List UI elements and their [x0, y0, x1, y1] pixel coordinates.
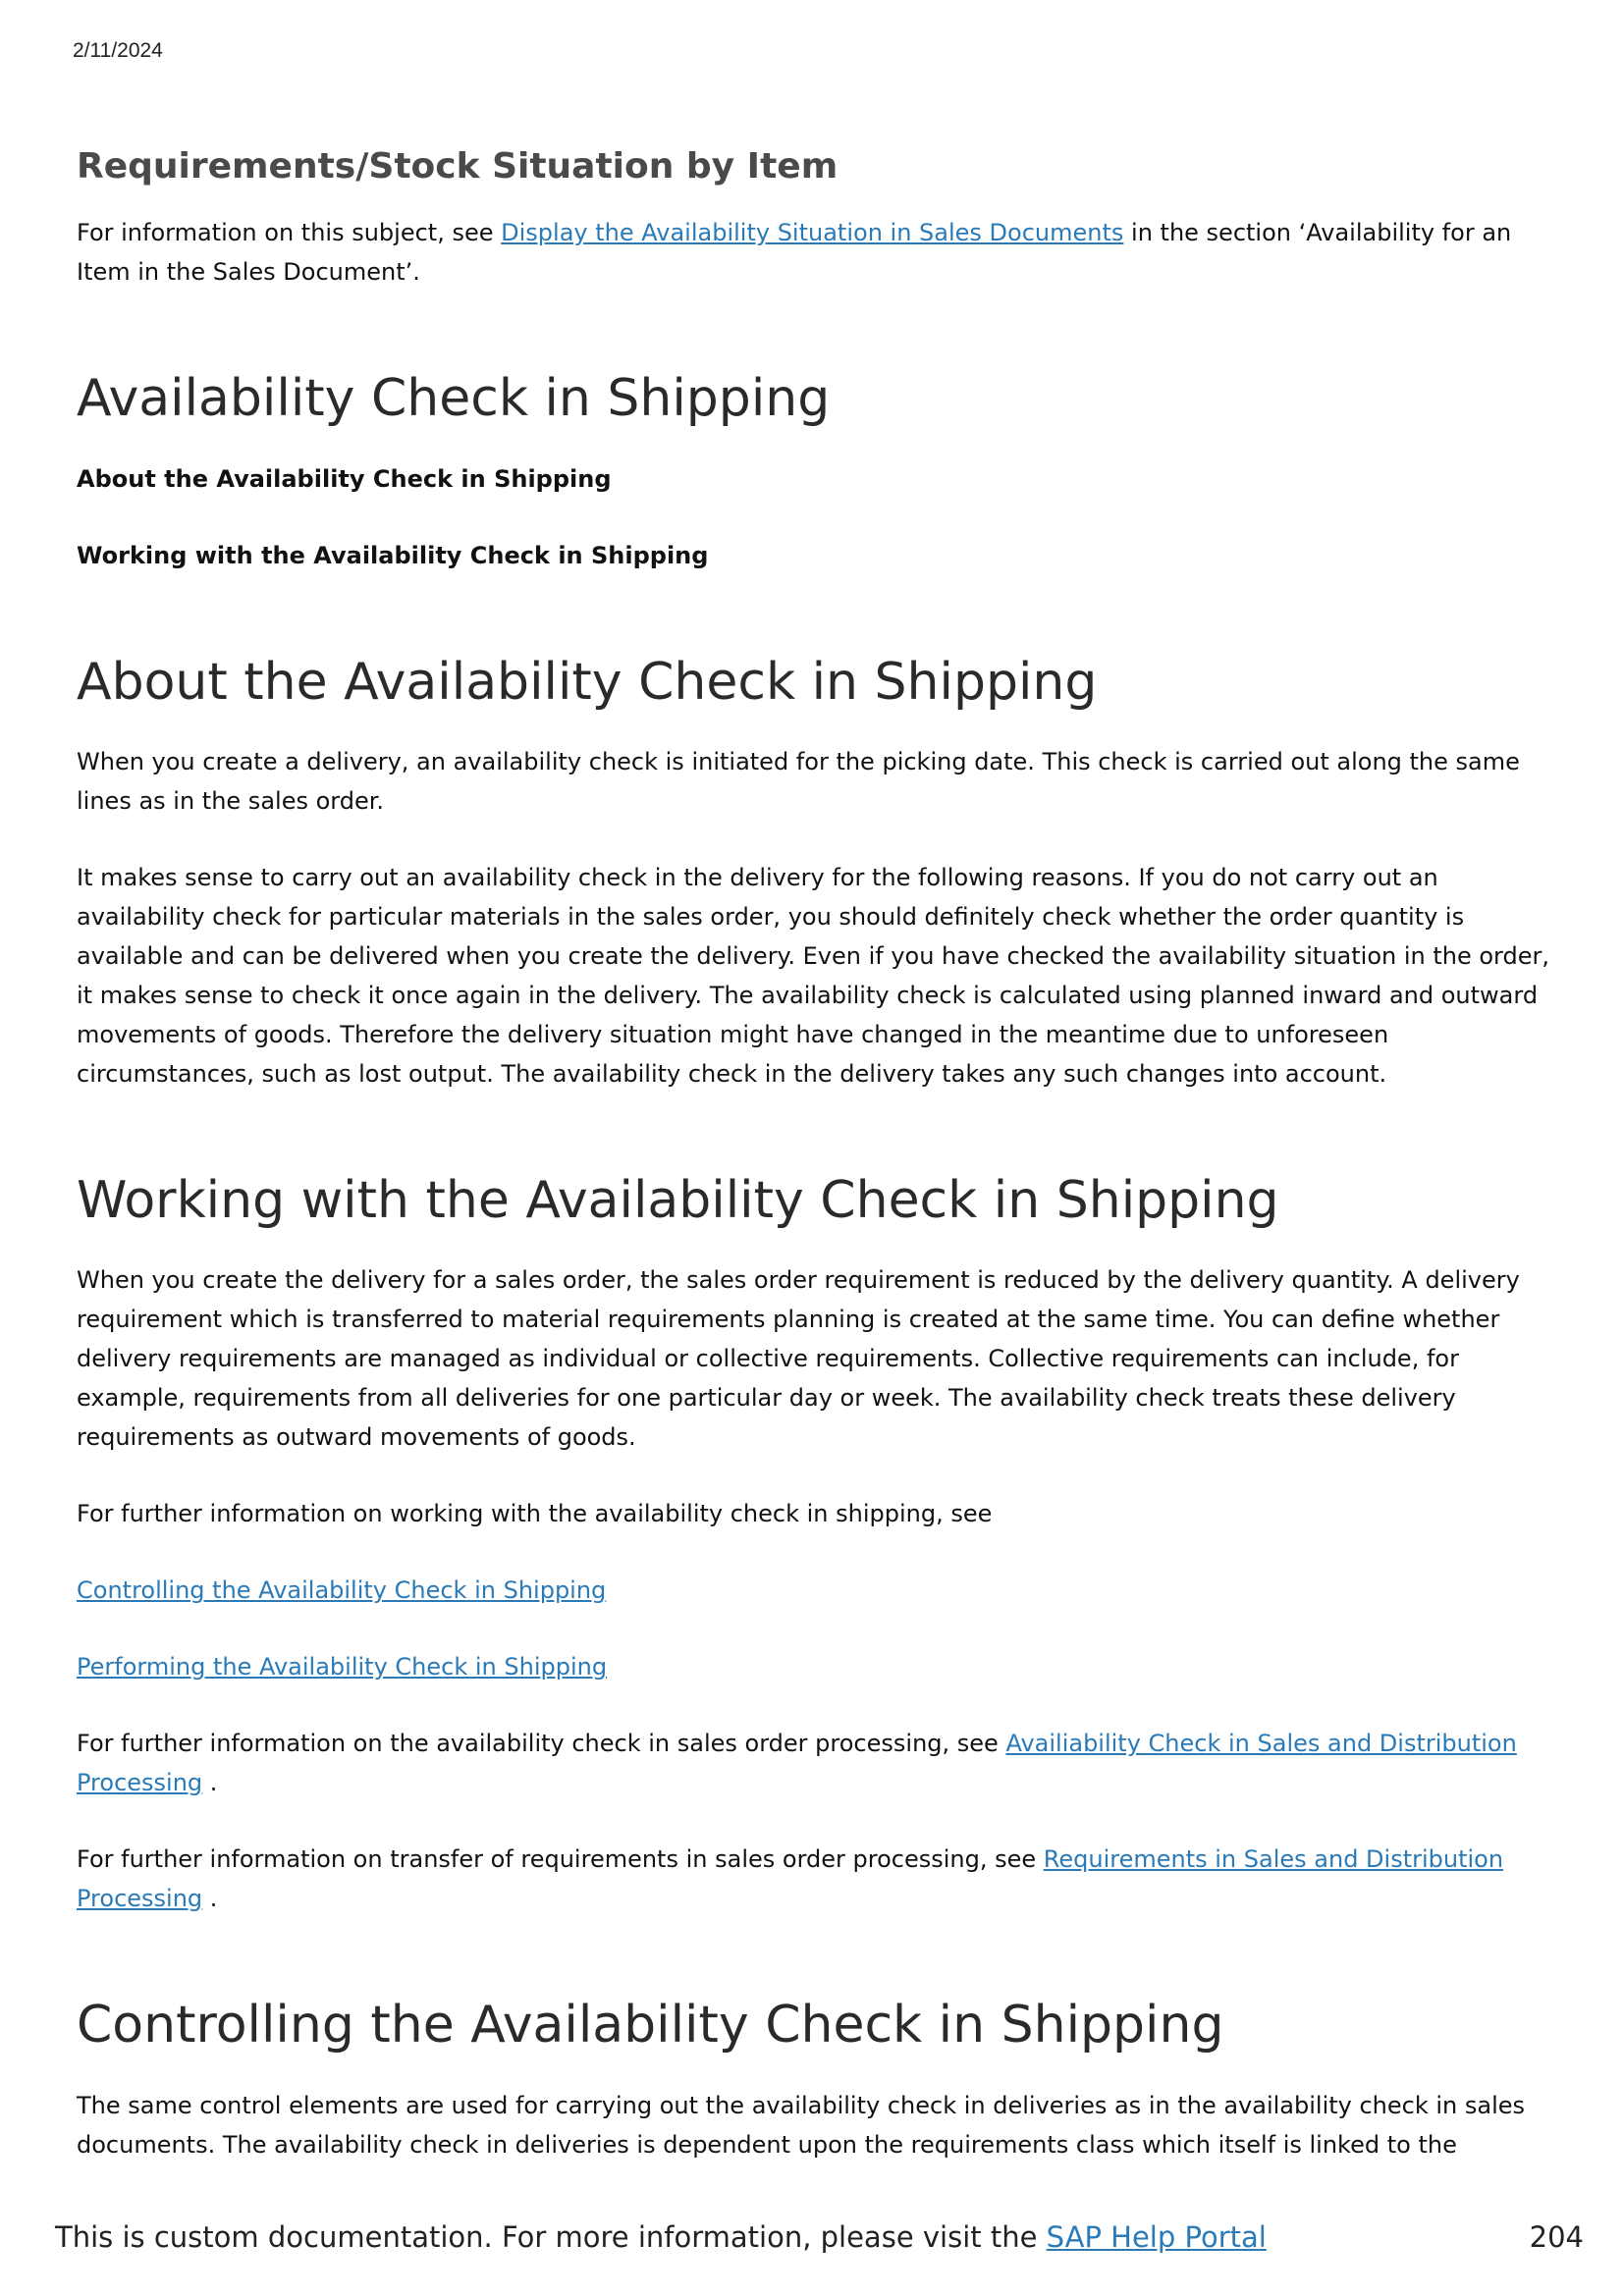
text-segment: For information on this subject, see: [77, 219, 502, 247]
heading-requirements-stock-situation: Requirements/Stock Situation by Item: [77, 146, 839, 187]
footer-text: This is custom documentation. For more i…: [55, 2220, 1047, 2254]
print-date: 2/11/2024: [73, 39, 163, 62]
paragraph-req-stock: For information on this subject, see Dis…: [77, 213, 1559, 292]
link-performing-availability-check[interactable]: Performing the Availability Check in Shi…: [77, 1653, 607, 1681]
text-segment: For further information on the availabil…: [77, 1730, 1006, 1758]
page-footer: This is custom documentation. For more i…: [55, 2220, 1584, 2254]
paragraph-about-2: It makes sense to carry out an availabil…: [77, 863, 1549, 1088]
subtopic-about: About the Availability Check in Shipping: [77, 464, 612, 493]
link-paragraph-performing: Performing the Availability Check in Shi…: [77, 1647, 1559, 1686]
paragraph-working-4: For further information on transfer of r…: [77, 1840, 1559, 1918]
paragraph-working-2: For further information on working with …: [77, 1500, 993, 1528]
text-segment: For further information on transfer of r…: [77, 1845, 1044, 1874]
paragraph-working-3: For further information on the availabil…: [77, 1724, 1559, 1802]
link-sap-help-portal[interactable]: SAP Help Portal: [1047, 2220, 1267, 2254]
paragraph-controlling-1: The same control elements are used for c…: [77, 2091, 1526, 2159]
paragraph-working-1: When you create the delivery for a sales…: [77, 1266, 1520, 1452]
text-segment: .: [202, 1769, 218, 1797]
subtopic-working: Working with the Availability Check in S…: [77, 541, 709, 569]
text-segment: .: [202, 1885, 218, 1913]
document-body: Requirements/Stock Situation by Item For…: [77, 137, 1559, 2202]
heading-about-availability-check: About the Availability Check in Shipping: [77, 652, 1098, 712]
heading-availability-check-shipping: Availability Check in Shipping: [77, 369, 831, 429]
link-display-availability-situation[interactable]: Display the Availability Situation in Sa…: [501, 219, 1123, 246]
heading-controlling-availability-check: Controlling the Availability Check in Sh…: [77, 1996, 1224, 2056]
heading-working-availability-check: Working with the Availability Check in S…: [77, 1170, 1279, 1230]
paragraph-about-1: When you create a delivery, an availabil…: [77, 747, 1520, 815]
link-paragraph-controlling: Controlling the Availability Check in Sh…: [77, 1571, 1559, 1610]
page-number: 204: [1529, 2220, 1584, 2254]
link-controlling-availability-check[interactable]: Controlling the Availability Check in Sh…: [77, 1576, 606, 1604]
